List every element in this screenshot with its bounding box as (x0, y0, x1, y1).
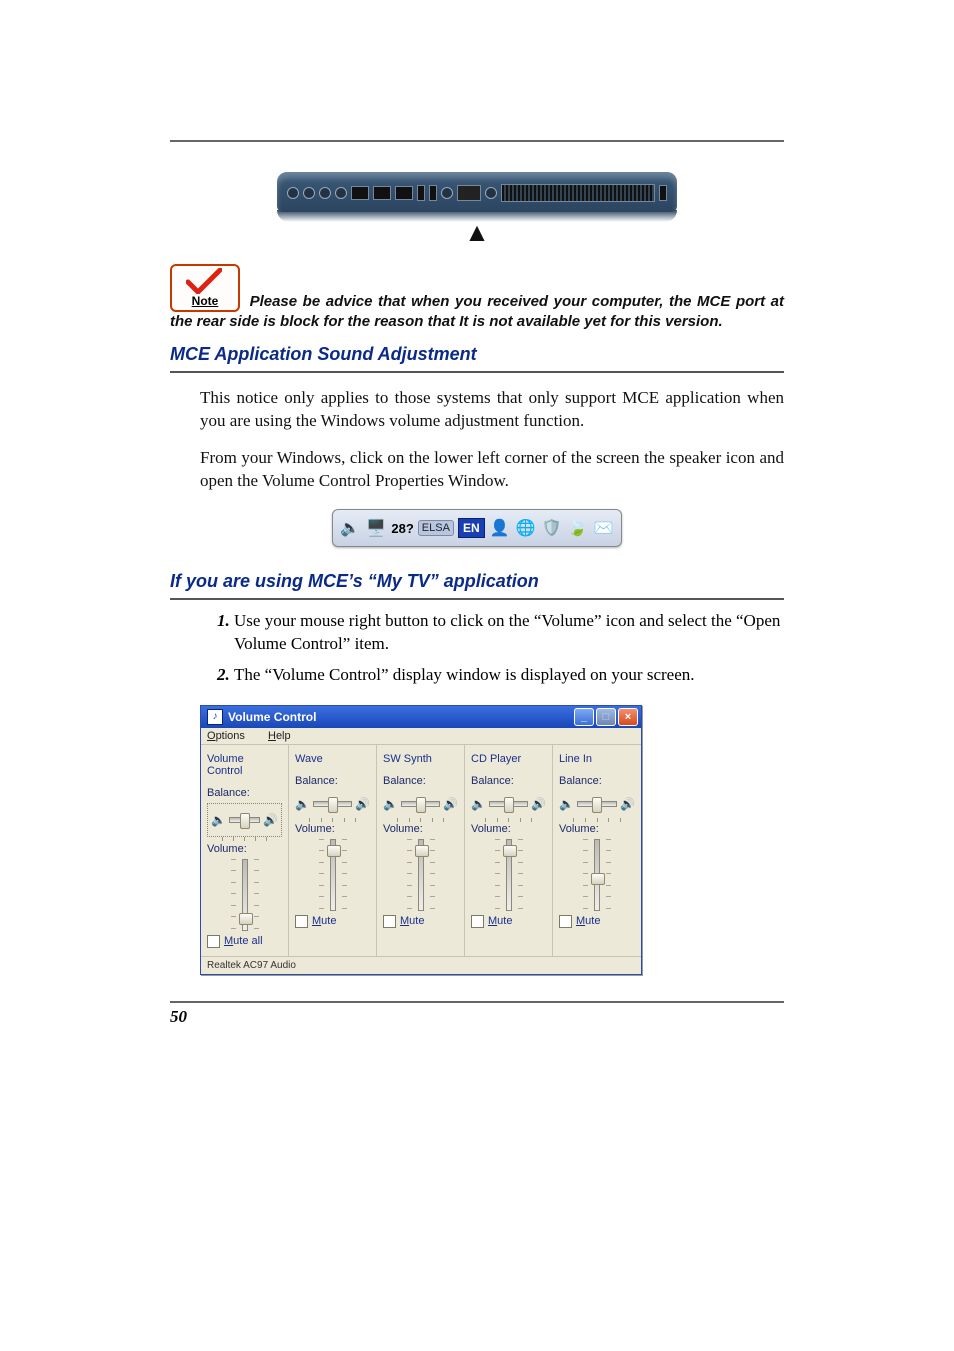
balance-slider[interactable]: 🔈🔊 (295, 791, 370, 817)
note-text: Please be advice that when you received … (170, 293, 784, 330)
heading-my-tv: If you are using MCE’s “My TV” applicati… (170, 571, 784, 600)
balance-slider[interactable]: 🔈🔊 (383, 791, 458, 817)
top-rule (170, 140, 784, 142)
user-icon: 👤 (489, 517, 511, 539)
balance-slider[interactable]: 🔈🔊 (207, 803, 282, 837)
speaker-right-icon: 🔊 (263, 813, 278, 827)
titlebar[interactable]: ♪ Volume Control _ □ × (201, 706, 641, 728)
steps-list: Use your mouse right button to click on … (200, 610, 784, 687)
balance-label: Balance: (207, 787, 282, 799)
footer-rule: 50 (170, 1001, 784, 1027)
volume-label: Volume: (383, 823, 458, 835)
channel-name: Wave (295, 753, 370, 765)
volume-label: Volume: (559, 823, 635, 835)
volume-slider[interactable] (559, 839, 635, 909)
menu-options[interactable]: Options (207, 730, 255, 742)
app-icon: ♪ (207, 709, 223, 725)
monitor-icon: 🖥️ (365, 517, 387, 539)
volume-control-window: ♪ Volume Control _ □ × Options Help Volu… (200, 705, 642, 975)
note-label: Note (176, 293, 234, 309)
note-badge: Note (170, 264, 240, 312)
mail-icon: ✉️ (593, 517, 615, 539)
mute-label: Mute (400, 915, 424, 927)
shield-icon: 🛡️ (541, 517, 563, 539)
mixer-channel: CD PlayerBalance:🔈🔊Volume:Mute (465, 745, 553, 956)
step-2: The “Volume Control” display window is d… (234, 664, 784, 687)
taskbar-figure: 🔈 🖥️ 28? ELSA EN 👤 🌐 🛡️ 🍃 ✉️ (170, 509, 784, 547)
globe-icon: 🌐 (515, 517, 537, 539)
volume-slider[interactable] (471, 839, 546, 909)
speaker-left-icon: 🔈 (211, 813, 226, 827)
channel-name: Line In (559, 753, 635, 765)
arrow-up-icon: ▲ (277, 224, 677, 242)
checkbox-icon (471, 915, 484, 928)
close-button[interactable]: × (618, 708, 638, 726)
mute-label: Mute (488, 915, 512, 927)
leaf-icon: 🍃 (567, 517, 589, 539)
mixer-channel: SW SynthBalance:🔈🔊Volume:Mute (377, 745, 465, 956)
balance-label: Balance: (471, 775, 546, 787)
page-number: 50 (170, 1007, 187, 1026)
channel-name: CD Player (471, 753, 546, 765)
note-block: Note Please be advice that when you rece… (170, 264, 784, 332)
checkbox-icon (207, 935, 220, 948)
menubar: Options Help (201, 728, 641, 745)
mute-checkbox[interactable]: Mute (559, 915, 635, 928)
mute-label: Mute all (224, 935, 263, 947)
para-instructions: From your Windows, click on the lower le… (200, 447, 784, 493)
balance-label: Balance: (383, 775, 458, 787)
para-notice: This notice only applies to those system… (200, 387, 784, 433)
balance-label: Balance: (295, 775, 370, 787)
speaker-left-icon: 🔈 (295, 797, 310, 811)
checkbox-icon (295, 915, 308, 928)
checkmark-icon (186, 268, 222, 294)
window-title: Volume Control (228, 710, 316, 724)
checkbox-icon (383, 915, 396, 928)
laptop-rear-figure: ▲ (170, 172, 784, 246)
volume-slider[interactable] (295, 839, 370, 909)
balance-label: Balance: (559, 775, 635, 787)
speaker-right-icon: 🔊 (355, 797, 370, 811)
speaker-right-icon: 🔊 (531, 797, 546, 811)
volume-slider[interactable] (207, 859, 282, 929)
mute-label: Mute (312, 915, 336, 927)
speaker-right-icon: 🔊 (443, 797, 458, 811)
channel-name: SW Synth (383, 753, 458, 765)
heading-mce-sound: MCE Application Sound Adjustment (170, 344, 784, 373)
volume-slider[interactable] (383, 839, 458, 909)
balance-slider[interactable]: 🔈🔊 (559, 791, 635, 817)
mixer-channel: Volume ControlBalance:🔈🔊Volume:Mute all (201, 745, 289, 956)
volume-label: Volume: (207, 843, 282, 855)
speaker-left-icon: 🔈 (383, 797, 398, 811)
mute-all-checkbox[interactable]: Mute all (207, 935, 282, 948)
minimize-button[interactable]: _ (574, 708, 594, 726)
volume-label: Volume: (471, 823, 546, 835)
mute-label: Mute (576, 915, 600, 927)
maximize-button[interactable]: □ (596, 708, 616, 726)
mute-checkbox[interactable]: Mute (295, 915, 370, 928)
mute-checkbox[interactable]: Mute (471, 915, 546, 928)
mixer-channel: Line InBalance:🔈🔊Volume:Mute (553, 745, 641, 956)
channel-name: Volume Control (207, 753, 282, 777)
statusbar: Realtek AC97 Audio (201, 956, 641, 974)
volume-label: Volume: (295, 823, 370, 835)
mute-checkbox[interactable]: Mute (383, 915, 458, 928)
taskbar-text: 28? (391, 521, 413, 536)
mixer-channel: WaveBalance:🔈🔊Volume:Mute (289, 745, 377, 956)
speaker-right-icon: 🔊 (620, 797, 635, 811)
taskbar-pill: ELSA (418, 520, 454, 536)
balance-slider[interactable]: 🔈🔊 (471, 791, 546, 817)
step-1: Use your mouse right button to click on … (234, 610, 784, 656)
speaker-prev-icon: 🔈 (339, 517, 361, 539)
speaker-left-icon: 🔈 (471, 797, 486, 811)
lang-indicator: EN (458, 518, 485, 538)
menu-help[interactable]: Help (268, 730, 301, 742)
speaker-left-icon: 🔈 (559, 797, 574, 811)
checkbox-icon (559, 915, 572, 928)
